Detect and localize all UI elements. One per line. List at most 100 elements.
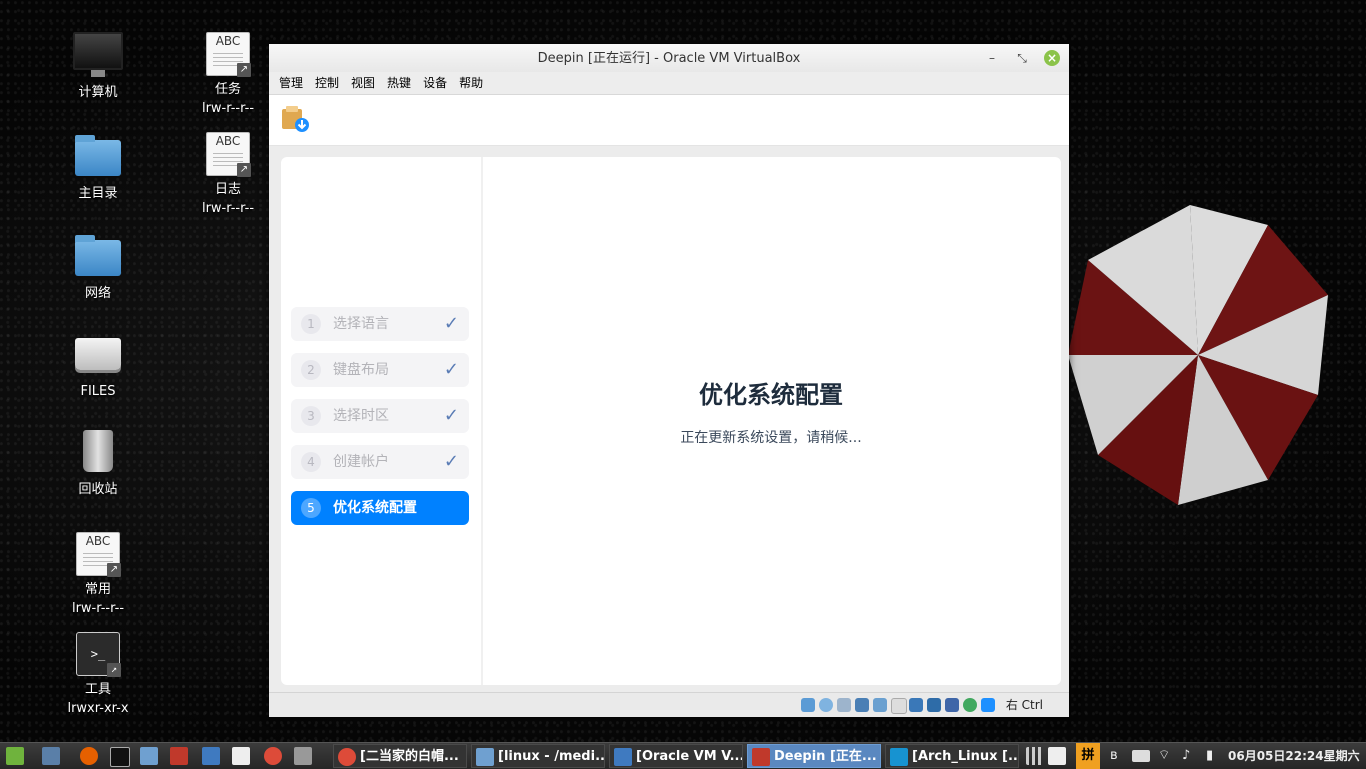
close-button[interactable]: × bbox=[1044, 50, 1060, 66]
network-folder-icon bbox=[75, 235, 121, 276]
keyboard-icon[interactable] bbox=[1132, 750, 1150, 762]
system-tool-icon[interactable] bbox=[294, 747, 312, 765]
terminal-launcher-icon[interactable] bbox=[110, 747, 130, 767]
host-key-label: 右 Ctrl bbox=[1005, 698, 1043, 712]
desktop-icon-home[interactable]: 主目录 bbox=[53, 135, 143, 203]
step-label: 选择语言 bbox=[333, 316, 389, 332]
task-deepin-vm-window[interactable]: Deepin [正在... bbox=[747, 744, 881, 768]
task-label: [linux - /medi... bbox=[498, 749, 605, 764]
window-title: Deepin [正在运行] - Oracle VM VirtualBox bbox=[537, 51, 801, 66]
menu-start-icon[interactable] bbox=[6, 747, 24, 765]
java-icon[interactable] bbox=[232, 747, 250, 765]
desktop-icon-common[interactable]: ABC ↗ 常用 lrw-r--r-- bbox=[53, 532, 143, 618]
trash-icon bbox=[83, 430, 113, 472]
task-chrome-window[interactable]: [二当家的白帽... bbox=[333, 744, 467, 768]
virtualbox-launcher-icon[interactable] bbox=[202, 747, 220, 765]
bluetooth-icon[interactable]: ʙ bbox=[1110, 743, 1118, 769]
chrome-icon bbox=[338, 748, 356, 766]
symlink-arrow-icon: ↗ bbox=[237, 163, 251, 177]
desktop-icon-network[interactable]: 网络 bbox=[53, 235, 143, 303]
task-label: Deepin [正在... bbox=[774, 749, 877, 764]
symlink-arrow-icon: ↗ bbox=[107, 663, 121, 677]
window-titlebar[interactable]: Deepin [正在运行] - Oracle VM VirtualBox – ⤡… bbox=[269, 44, 1069, 72]
terminal-icon: >_ ↗ bbox=[76, 632, 121, 677]
menu-hotkeys[interactable]: 热键 bbox=[381, 72, 417, 94]
desktop-icon-log[interactable]: ABC ↗ 日志 lrw-r--r-- bbox=[183, 132, 273, 218]
audio-icon[interactable] bbox=[837, 698, 851, 712]
vm-statusbar: 右 Ctrl bbox=[269, 692, 1069, 717]
firefox-icon[interactable] bbox=[80, 747, 98, 765]
task-arch-linux-vm-window[interactable]: [Arch_Linux [... bbox=[885, 744, 1019, 768]
task-virtualbox-manager-window[interactable]: [Oracle VM V... bbox=[609, 744, 743, 768]
display-icon[interactable] bbox=[909, 698, 923, 712]
guest-display[interactable]: 1 选择语言 ✓ 2 键盘布局 ✓ 3 选择时区 ✓ 4 创建帐户 ✓ 5 优化… bbox=[269, 95, 1069, 717]
task-label: [Oracle VM V... bbox=[636, 749, 743, 764]
network-icon[interactable] bbox=[855, 698, 869, 712]
workspace-switcher-icon[interactable] bbox=[1026, 747, 1044, 765]
virtualbox-window: Deepin [正在运行] - Oracle VM VirtualBox – ⤡… bbox=[269, 44, 1069, 717]
step-create-account: 4 创建帐户 ✓ bbox=[291, 445, 469, 479]
desktop-icon-computer[interactable]: 计算机 bbox=[53, 32, 143, 102]
step-label: 选择时区 bbox=[333, 408, 389, 424]
restore-button[interactable]: ⤡ bbox=[1014, 50, 1030, 66]
battery-icon[interactable]: ▮ bbox=[1206, 743, 1213, 769]
page-title: 优化系统配置 bbox=[699, 381, 843, 409]
wifi-icon[interactable]: ⌔ bbox=[1158, 743, 1170, 769]
page-subtitle: 正在更新系统设置，请稍候... bbox=[680, 430, 862, 446]
menu-help[interactable]: 帮助 bbox=[453, 72, 489, 94]
installer-panel: 1 选择语言 ✓ 2 键盘布局 ✓ 3 选择时区 ✓ 4 创建帐户 ✓ 5 优化… bbox=[281, 157, 1061, 685]
desktop-icon-label: 日志 bbox=[214, 182, 241, 197]
task-label: [二当家的白帽... bbox=[360, 749, 459, 764]
desktop-icon-tasks[interactable]: ABC ↗ 任务 lrw-r--r-- bbox=[183, 32, 273, 118]
installer-header bbox=[269, 95, 1069, 146]
step-keyboard-layout: 2 键盘布局 ✓ bbox=[291, 353, 469, 387]
optical-drive-icon[interactable] bbox=[819, 698, 833, 712]
desktop-icon-permissions: lrw-r--r-- bbox=[201, 101, 255, 116]
minimize-button[interactable]: – bbox=[984, 50, 1000, 66]
desktop-icon-label: 工具 bbox=[84, 682, 111, 697]
menu-view[interactable]: 视图 bbox=[345, 72, 381, 94]
hard-disk-icon[interactable] bbox=[801, 698, 815, 712]
keyboard-capture-icon[interactable] bbox=[981, 698, 995, 712]
desktop-icon-permissions: lrw-r--r-- bbox=[201, 201, 255, 216]
desktop-icon-label: 回收站 bbox=[78, 482, 118, 497]
menu-devices[interactable]: 设备 bbox=[417, 72, 453, 94]
desktop-icon-label: 主目录 bbox=[78, 186, 118, 201]
step-select-timezone: 3 选择时区 ✓ bbox=[291, 399, 469, 433]
drive-icon bbox=[75, 338, 121, 370]
step-number: 5 bbox=[301, 498, 321, 518]
symlink-arrow-icon: ↗ bbox=[237, 63, 251, 77]
clock[interactable]: 06月05日22:24星期六 bbox=[1228, 743, 1360, 769]
volume-icon[interactable]: ♪ bbox=[1182, 743, 1190, 769]
text-file-icon: ABC ↗ bbox=[76, 532, 121, 577]
deepin-launcher-icon[interactable] bbox=[170, 747, 188, 765]
step-number: 2 bbox=[301, 360, 321, 380]
desktop-icon-permissions: lrwxr-xr-x bbox=[67, 701, 129, 716]
usb-icon[interactable] bbox=[873, 698, 887, 712]
mouse-integration-icon[interactable] bbox=[963, 698, 977, 712]
desktop-icon-label: 计算机 bbox=[78, 85, 118, 100]
step-number: 1 bbox=[301, 314, 321, 334]
installer-package-icon bbox=[282, 106, 309, 132]
chrome-icon[interactable] bbox=[264, 747, 282, 765]
umbrella-wallpaper-graphic bbox=[1068, 205, 1328, 505]
input-method-indicator[interactable]: 拼 bbox=[1076, 743, 1100, 769]
show-desktop-icon[interactable] bbox=[42, 747, 60, 765]
virtualization-icon[interactable] bbox=[945, 698, 959, 712]
desktop-icon-files-drive[interactable]: FILES bbox=[53, 338, 143, 401]
menu-control[interactable]: 控制 bbox=[309, 72, 345, 94]
step-label: 创建帐户 bbox=[333, 454, 389, 470]
shared-folders-icon[interactable] bbox=[891, 698, 907, 714]
desktop-icon-trash[interactable]: 回收站 bbox=[53, 430, 143, 499]
task-label: [Arch_Linux [... bbox=[912, 749, 1019, 764]
computer-icon bbox=[73, 32, 123, 77]
file-manager-icon[interactable] bbox=[140, 747, 158, 765]
checkmark-icon: ✓ bbox=[443, 359, 459, 380]
menu-manage[interactable]: 管理 bbox=[273, 72, 309, 94]
notes-icon[interactable] bbox=[1048, 747, 1066, 765]
step-optimize-config: 5 优化系统配置 bbox=[291, 491, 469, 525]
desktop-icon-label: FILES bbox=[80, 384, 116, 399]
desktop-icon-tools[interactable]: >_ ↗ 工具 lrwxr-xr-x bbox=[53, 632, 143, 718]
task-file-manager-window[interactable]: [linux - /medi... bbox=[471, 744, 605, 768]
video-capture-icon[interactable] bbox=[927, 698, 941, 712]
